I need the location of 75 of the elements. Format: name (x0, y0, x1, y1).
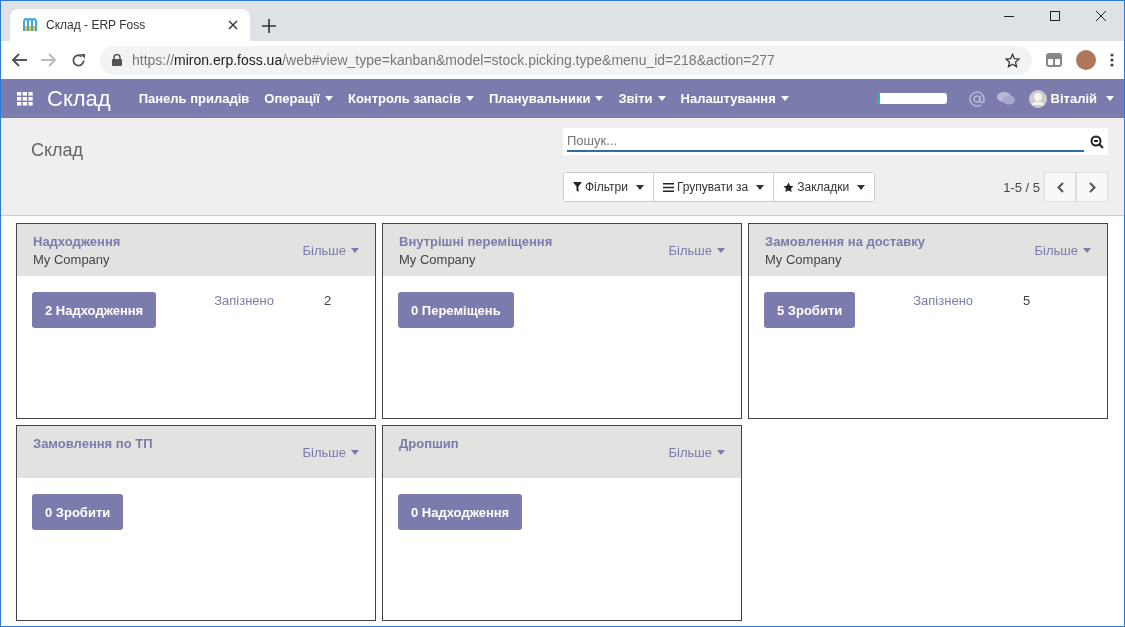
caret-icon (1083, 247, 1091, 253)
caret-icon (717, 449, 725, 455)
search-icon[interactable] (1090, 134, 1104, 149)
card-title[interactable]: Внутрішні переміщення (399, 234, 669, 249)
more-dropdown[interactable]: Більше (302, 242, 359, 258)
previous-button[interactable] (1044, 172, 1076, 202)
menu-icon[interactable] (1110, 53, 1114, 67)
more-dropdown[interactable]: Більше (302, 444, 359, 460)
lock-icon (112, 54, 122, 66)
caret-icon (465, 96, 474, 101)
search-field[interactable]: Пошук... (563, 128, 1108, 155)
more-dropdown[interactable]: Більше (1034, 242, 1091, 258)
action-button[interactable]: 2 Надходження (32, 292, 157, 328)
more-dropdown[interactable]: Більше (668, 444, 725, 460)
minimize-icon[interactable] (1004, 15, 1014, 17)
late-link[interactable]: Запізнено (913, 292, 974, 308)
menu-item[interactable]: Планувальники (488, 91, 604, 106)
caret-icon (657, 96, 666, 101)
card-title[interactable]: Замовлення на доставку (765, 234, 1035, 249)
menu-item[interactable]: Звіти (618, 91, 666, 106)
back-icon[interactable] (11, 53, 27, 67)
user-menu[interactable]: Віталій (1050, 91, 1097, 106)
menu-item[interactable]: Панель приладів (138, 91, 250, 106)
list-icon (663, 182, 674, 192)
address-bar[interactable]: https://miron.erp.foss.ua/web#view_type=kanban&model=stock.picking.type&menu_id=218&action=277 (100, 45, 1032, 75)
action-button[interactable]: 0 Надходження (398, 494, 523, 530)
caret-icon (1106, 96, 1114, 101)
caret-icon (857, 184, 866, 190)
chevron-right-icon (1088, 181, 1096, 193)
close-icon[interactable] (228, 20, 238, 30)
star-icon[interactable] (1005, 52, 1020, 68)
late-count: 5 (1023, 292, 1031, 308)
new-tab-icon[interactable] (262, 19, 276, 33)
reload-icon[interactable] (71, 52, 86, 68)
action-button[interactable]: 0 Переміщень (398, 292, 514, 328)
caret-icon (636, 184, 644, 190)
action-button[interactable]: 0 Зробити (32, 494, 124, 530)
chevron-left-icon (1056, 181, 1064, 193)
profile-avatar[interactable] (1076, 50, 1096, 70)
logo-icon (22, 17, 38, 33)
app-title: Склад (47, 85, 111, 112)
caret-icon (351, 449, 359, 455)
company-name: My Company (399, 252, 477, 267)
browser-tab[interactable]: Склад - ERP Foss (10, 9, 250, 41)
menu-item[interactable]: Налаштування (680, 91, 789, 106)
menu-item[interactable]: Контроль запасів (347, 91, 474, 106)
maximize-icon[interactable] (1050, 11, 1060, 21)
company-name: My Company (33, 252, 111, 267)
extension-icon[interactable] (1046, 53, 1062, 67)
close-icon[interactable] (1096, 11, 1106, 21)
toolbar-button[interactable]: Закладки (773, 173, 875, 201)
caret-icon (756, 184, 765, 190)
menu-item[interactable]: Операції (264, 91, 333, 106)
breadcrumb: Склад (31, 140, 85, 162)
card-title[interactable]: Дропшип (399, 436, 669, 451)
user-avatar (1028, 89, 1047, 108)
star-icon (783, 181, 795, 193)
next-button[interactable] (1076, 172, 1108, 202)
pager: 1-5 / 5 (1003, 179, 1040, 195)
card-title[interactable]: Замовлення по ТП (33, 436, 303, 451)
apps-icon[interactable] (17, 91, 33, 106)
tab-title: Склад - ERP Foss (46, 18, 147, 32)
url-text: https://miron.erp.foss.ua/web#view_type=kanban&model=stock.picking.type&menu_id=218&action=277 (132, 52, 775, 68)
action-button[interactable]: 5 Зробити (764, 292, 856, 328)
caret-icon (595, 96, 604, 101)
caret-icon (324, 96, 333, 101)
company-name: My Company (765, 252, 843, 267)
late-count: 2 (324, 292, 332, 308)
caret-icon (351, 247, 359, 253)
more-dropdown[interactable]: Більше (668, 242, 725, 258)
late-link[interactable]: Запізнено (214, 292, 274, 308)
caret-icon (717, 247, 725, 253)
caret-icon (780, 96, 789, 101)
card-title[interactable]: Надходження (33, 234, 303, 249)
filter-icon (573, 182, 582, 192)
